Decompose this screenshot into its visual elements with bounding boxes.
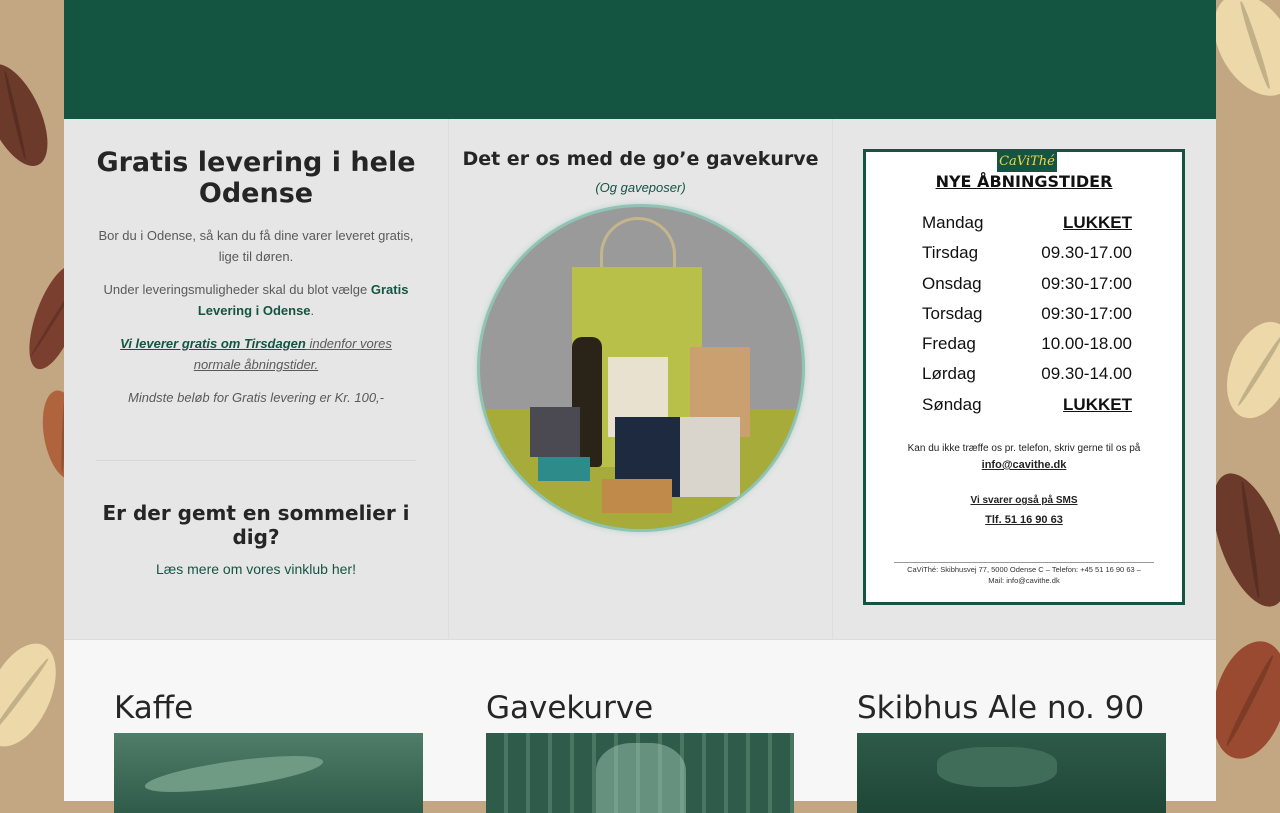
coffee-bean-decoration: [0, 54, 61, 176]
opening-time: LUKKET: [1063, 213, 1132, 232]
product-title[interactable]: Kaffe: [114, 688, 423, 733]
sommelier-title: Er der gemt en sommelier i dig?: [102, 501, 410, 549]
weekday-label: Torsdag: [922, 303, 983, 323]
weekday-label: Mandag: [922, 213, 984, 232]
opening-hours-column: CaViThé NYE ÅBNINGSTIDER Mandag LUKKET Tir…: [832, 119, 1216, 639]
weekday-label: Søndag: [922, 394, 982, 414]
weekday-label: Fredag: [922, 334, 976, 354]
weekday-label: Onsdag: [922, 273, 982, 293]
divider: [894, 562, 1154, 563]
cavithe-logo: CaViThé: [997, 152, 1057, 172]
opening-hours-row: Mandag LUKKET: [922, 208, 1132, 238]
opening-hours-row: Lørdag 09.30-14.00: [922, 359, 1132, 389]
opening-time: 09:30-17:00: [1041, 273, 1132, 293]
wine-club-link[interactable]: Læs mere om vores vinklub her!: [156, 561, 356, 577]
delivery-instructions: Under leveringsmuligheder skal du blot v…: [103, 282, 409, 318]
giftbasket-image[interactable]: [479, 207, 802, 529]
giftbasket-subtitle: (Og gaveposer): [595, 180, 686, 195]
delivery-title: Gratis levering i hele Odense: [96, 147, 416, 209]
products-section: Kaffe Gavekurve Skibhus Ale no. 90: [64, 640, 1216, 813]
opening-time: 10.00-18.00: [1041, 334, 1132, 354]
coffee-bean-decoration: [1214, 312, 1280, 428]
opening-hours-list: Mandag LUKKET Tirsdag 09.30-17.00 Onsdag 09:3…: [922, 208, 1132, 420]
delivery-column: Gratis levering i hele Odense Bor du i O…: [64, 119, 448, 639]
opening-hours-row: Fredag 10.00-18.00: [922, 329, 1132, 359]
opening-hours-row: Torsdag 09:30-17:00: [922, 299, 1132, 329]
header-banner: [64, 0, 1216, 119]
product-card-skibhus-ale[interactable]: Skibhus Ale no. 90: [857, 688, 1166, 813]
weekday-label: Tirsdag: [922, 243, 979, 263]
opening-hours-row: Tirsdag 09.30-17.00: [922, 238, 1132, 268]
opening-time: 09.30-17.00: [1041, 243, 1132, 263]
opening-time: 09.30-14.00: [1041, 364, 1132, 384]
product-card-kaffe[interactable]: Kaffe: [114, 688, 423, 813]
coffee-bean-decoration: [0, 632, 71, 758]
opening-hours-row: Onsdag 09:30-17:00: [922, 269, 1132, 299]
opening-hours-row: Søndag LUKKET: [922, 390, 1132, 420]
sign-footer: CaViThé: Skibhusvej 77, 5000 Odense C – …: [907, 565, 1141, 585]
product-image[interactable]: [486, 733, 794, 813]
weekday-label: Lørdag: [922, 364, 976, 384]
product-card-gavekurve[interactable]: Gavekurve: [486, 688, 794, 813]
product-title[interactable]: Skibhus Ale no. 90: [857, 688, 1166, 733]
opening-hours-title: NYE ÅBNINGSTIDER: [935, 172, 1113, 191]
contact-note: Kan du ikke træffe os pr. telefon, skriv…: [866, 441, 1182, 473]
delivery-text: Bor du i Odense, så kan du få dine varer…: [98, 228, 414, 264]
giftbasket-title: Det er os med de go’e gavekurve: [462, 148, 819, 170]
delivery-day-note: Vi leverer gratis om Tirsdagen indenfor …: [96, 333, 416, 375]
product-image[interactable]: [114, 733, 423, 813]
minimum-amount-note: Mindste beløb for Gratis levering er Kr.…: [127, 390, 384, 405]
opening-hours-sign: CaViThé NYE ÅBNINGSTIDER Mandag LUKKET Tir…: [863, 149, 1185, 605]
phone-number: Tlf. 51 16 90 63: [985, 514, 1063, 526]
sms-note: Vi svarer også på SMS: [970, 495, 1078, 506]
giftbasket-column: Det er os med de go’e gavekurve (Og gave…: [448, 119, 832, 639]
info-section: Gratis levering i hele Odense Bor du i O…: [64, 119, 1216, 640]
page-container: Gratis levering i hele Odense Bor du i O…: [64, 0, 1216, 813]
opening-time: 09:30-17:00: [1041, 303, 1132, 323]
divider: [96, 460, 416, 461]
tuesday-delivery-link[interactable]: Vi leverer gratis om Tirsdagen: [120, 336, 306, 351]
contact-email: info@cavithe.dk: [981, 459, 1067, 471]
opening-time: LUKKET: [1063, 394, 1132, 414]
product-image[interactable]: [857, 733, 1166, 813]
product-title[interactable]: Gavekurve: [486, 688, 794, 733]
